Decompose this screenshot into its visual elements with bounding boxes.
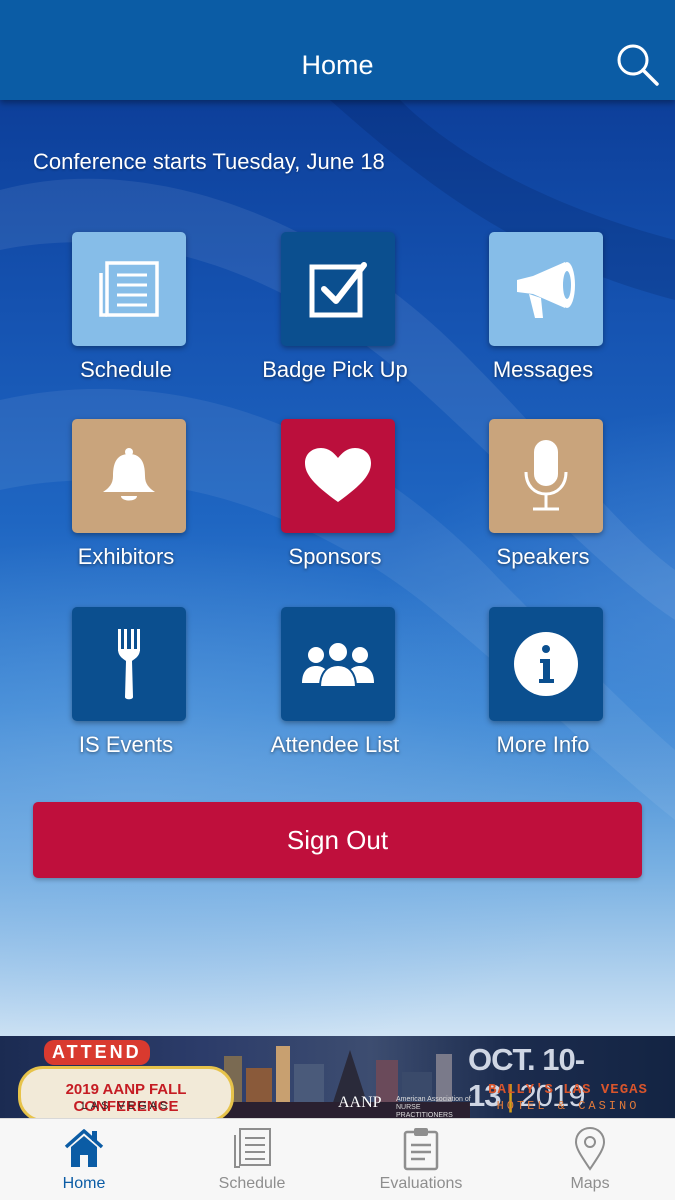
tile-is-events-label: IS Events bbox=[78, 732, 174, 757]
tile-is-events-box bbox=[72, 607, 186, 721]
tile-is-events[interactable]: IS Events bbox=[36, 607, 216, 777]
las-vegas-sign: 2019 AANP FALL CONFERENCE LAS VEGAS bbox=[18, 1066, 234, 1118]
banner-attend: ATTEND bbox=[44, 1040, 150, 1065]
banner-city: LAS VEGAS bbox=[81, 1100, 171, 1112]
tile-speakers-label: Speakers bbox=[496, 544, 590, 569]
tile-sponsors-label: Sponsors bbox=[288, 544, 382, 569]
tile-badge-pick-up[interactable]: Badge Pick Up bbox=[245, 232, 425, 402]
banner-venue: BALLY'S LAS VEGAS bbox=[488, 1082, 648, 1098]
megaphone-icon bbox=[517, 262, 575, 318]
people-icon bbox=[302, 641, 374, 688]
tile-speakers[interactable]: Speakers bbox=[453, 419, 633, 589]
tab-maps[interactable]: Maps bbox=[506, 1119, 674, 1200]
checkbox-icon bbox=[309, 262, 367, 318]
tile-exhibitors-box bbox=[72, 419, 186, 533]
tab-maps-label: Maps bbox=[570, 1175, 610, 1192]
banner-org-logo: AANP bbox=[338, 1094, 382, 1111]
tile-schedule[interactable]: Schedule bbox=[36, 232, 216, 402]
search-button[interactable] bbox=[615, 42, 661, 88]
tab-bar: Home Schedule Evaluations Maps bbox=[0, 1118, 675, 1200]
tab-home[interactable]: Home bbox=[0, 1119, 168, 1200]
tile-badge-label: Badge Pick Up bbox=[262, 357, 408, 382]
search-icon bbox=[617, 44, 659, 86]
tab-schedule-label: Schedule bbox=[218, 1175, 286, 1192]
app-screen: Home Conference starts Tuesday, June 18 bbox=[0, 0, 675, 1200]
bell-icon bbox=[103, 448, 155, 501]
document-icon bbox=[99, 261, 159, 317]
tab-home-label: Home bbox=[62, 1175, 106, 1192]
tile-sponsors[interactable]: Sponsors bbox=[245, 419, 425, 589]
banner-venue-sub: HOTEL & CASINO bbox=[496, 1099, 640, 1113]
tile-exhibitors-label: Exhibitors bbox=[77, 544, 175, 569]
tile-attendee-box bbox=[281, 607, 395, 721]
tile-attendee-list[interactable]: Attendee List bbox=[245, 607, 425, 777]
tile-more-info[interactable]: More Info bbox=[453, 607, 633, 777]
tile-exhibitors[interactable]: Exhibitors bbox=[36, 419, 216, 589]
tile-sponsors-box bbox=[281, 419, 395, 533]
banner-org-full: American Association of NURSE PRACTITION… bbox=[396, 1096, 471, 1118]
conference-banner[interactable]: 2019 AANP FALL CONFERENCE LAS VEGAS ATTE… bbox=[0, 1036, 675, 1118]
tab-schedule[interactable]: Schedule bbox=[168, 1119, 336, 1200]
map-pin-icon bbox=[574, 1126, 606, 1171]
tab-evaluations-label: Evaluations bbox=[379, 1175, 463, 1192]
nav-header: Home bbox=[0, 0, 675, 100]
tile-messages-label: Messages bbox=[492, 357, 594, 382]
heart-icon bbox=[305, 448, 371, 502]
tile-more-info-box bbox=[489, 607, 603, 721]
sign-out-button[interactable]: Sign Out bbox=[33, 802, 642, 878]
microphone-icon bbox=[524, 440, 568, 511]
main-content: Conference starts Tuesday, June 18 Sched… bbox=[0, 100, 675, 1036]
tab-evaluations[interactable]: Evaluations bbox=[337, 1119, 505, 1200]
tile-schedule-box bbox=[72, 232, 186, 346]
tile-messages-box bbox=[489, 232, 603, 346]
conference-notice: Conference starts Tuesday, June 18 bbox=[33, 149, 385, 174]
tile-attendee-label: Attendee List bbox=[270, 732, 400, 757]
tile-more-info-label: More Info bbox=[496, 732, 590, 757]
page-title: Home bbox=[301, 50, 374, 80]
clipboard-icon bbox=[403, 1128, 439, 1171]
tile-schedule-label: Schedule bbox=[80, 357, 172, 382]
tile-badge-box bbox=[281, 232, 395, 346]
home-icon bbox=[64, 1129, 104, 1167]
tile-speakers-box bbox=[489, 419, 603, 533]
tile-messages[interactable]: Messages bbox=[453, 232, 633, 402]
document-icon bbox=[234, 1128, 271, 1168]
info-icon bbox=[514, 632, 578, 696]
fork-icon bbox=[118, 629, 140, 700]
